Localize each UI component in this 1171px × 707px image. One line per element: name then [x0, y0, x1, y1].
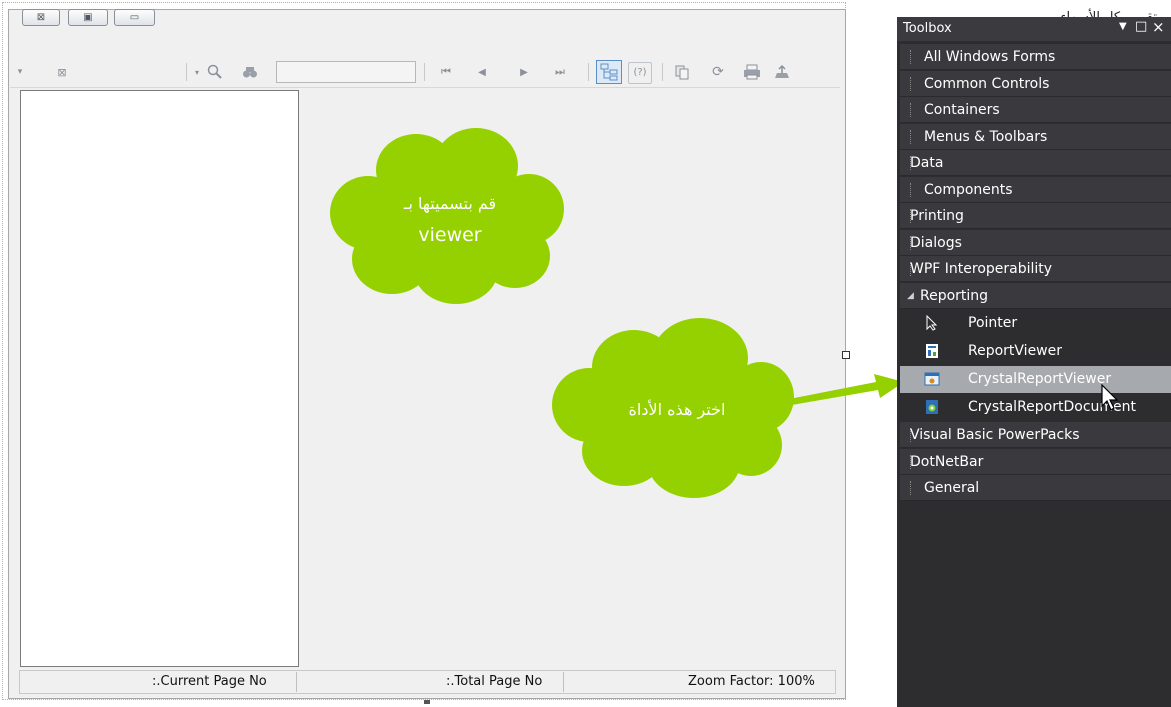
toolbox-panel: Toolbox ▼ □ × All Windows Forms Common C… — [897, 17, 1171, 707]
refresh-icon[interactable]: ⟳ — [706, 57, 730, 87]
total-page-status: :.Total Page No — [446, 674, 543, 689]
resize-handle[interactable] — [842, 351, 850, 359]
status-divider — [563, 672, 564, 692]
cloud-rename-viewer-text: viewer — [418, 224, 482, 246]
maximize-icon[interactable]: ▣ — [68, 9, 108, 26]
export-icon[interactable] — [770, 57, 794, 87]
mouse-cursor-icon — [1101, 384, 1119, 411]
toolbox-category[interactable]: Dialogs — [900, 230, 1171, 256]
copy-icon[interactable] — [670, 57, 694, 87]
toolbox-category[interactable]: Menus & Toolbars — [900, 124, 1171, 150]
arrow-icon — [784, 374, 904, 406]
toolbar-separator — [424, 63, 425, 81]
toolbox-category[interactable]: Visual Basic PowerPacks — [900, 422, 1171, 448]
zoom-dropdown-icon[interactable]: ▾ — [190, 57, 204, 87]
close-icon[interactable]: ⊠ — [22, 9, 60, 26]
toolbox-item-crystalreportviewer[interactable]: CrystalReportViewer — [900, 366, 1171, 393]
toolbox-category[interactable]: DotNetBar — [900, 449, 1171, 475]
pointer-icon — [926, 315, 938, 331]
dropdown-arrow-icon[interactable]: ▼ — [1119, 21, 1127, 32]
toolbox-category[interactable]: Printing — [900, 203, 1171, 229]
maximize-icon[interactable]: □ — [1135, 19, 1147, 34]
annotation-cloud-choose-tool: اختر هذه الأداة — [552, 316, 802, 500]
group-tree-panel[interactable] — [20, 90, 299, 667]
toolbox-category[interactable]: Common Controls — [900, 71, 1171, 97]
close-icon[interactable]: × — [1152, 18, 1165, 36]
collapse-arrow-icon[interactable]: ◢ — [907, 283, 914, 309]
toolbar-separator — [588, 63, 589, 81]
first-page-icon[interactable]: ⏮ — [434, 57, 458, 87]
last-page-icon[interactable]: ⏭ — [548, 57, 572, 87]
cloud-rename-text: قم بتسميتها بـ — [403, 194, 497, 213]
previous-page-icon[interactable]: ◀ — [470, 57, 494, 87]
find-icon[interactable] — [238, 57, 262, 87]
toolbox-category[interactable]: Data — [900, 150, 1171, 176]
annotation-cloud-rename: قم بتسميتها بـ viewer — [330, 120, 570, 310]
resize-handle[interactable] — [424, 700, 430, 704]
toolbar-separator — [662, 63, 663, 81]
close-view-icon[interactable]: ⊠ — [50, 57, 74, 87]
report-viewer-toolbar: ▾ ⊠ ▾ ⏮ ◀ ▶ ⏭ (?) ⟳ — [10, 57, 840, 88]
zoom-factor-status: Zoom Factor: 100% — [688, 674, 815, 689]
toolbox-category[interactable]: General — [900, 475, 1171, 501]
crystal-report-document-icon — [926, 400, 938, 414]
report-statusbar: :.Current Page No :.Total Page No Zoom F… — [19, 670, 836, 694]
toolbox-item-reportviewer[interactable]: ReportViewer — [900, 338, 1171, 365]
toolbar-overflow-icon[interactable]: ▾ — [12, 57, 28, 87]
toolbar-separator — [186, 63, 187, 81]
toolbox-category[interactable]: Containers — [900, 97, 1171, 123]
minimize-icon[interactable]: ▭ — [114, 9, 155, 26]
current-page-status: :.Current Page No — [152, 674, 267, 689]
toolbox-category[interactable]: All Windows Forms — [900, 44, 1171, 70]
toolbox-header: Toolbox ▼ □ × — [897, 17, 1171, 41]
toolbox-item-crystalreportdocument[interactable]: CrystalReportDocument — [900, 394, 1171, 421]
cloud-choose-tool-text: اختر هذه الأداة — [628, 400, 726, 419]
toolbox-item-pointer[interactable]: Pointer — [900, 310, 1171, 337]
group-tree-toggle-icon[interactable] — [596, 60, 622, 84]
status-divider — [296, 672, 297, 692]
crystal-report-viewer-icon — [924, 372, 940, 386]
report-viewer-icon — [926, 344, 938, 358]
search-input[interactable] — [276, 61, 416, 83]
print-icon[interactable] — [740, 57, 764, 87]
help-icon[interactable]: (?) — [628, 62, 652, 84]
toolbox-title: Toolbox — [903, 21, 952, 36]
next-page-icon[interactable]: ▶ — [512, 57, 536, 87]
toolbox-category[interactable]: Components — [900, 177, 1171, 203]
toolbox-category[interactable]: WPF Interoperability — [900, 256, 1171, 282]
toolbox-category-reporting[interactable]: ◢ Reporting — [900, 283, 1171, 309]
zoom-icon[interactable] — [204, 57, 226, 87]
